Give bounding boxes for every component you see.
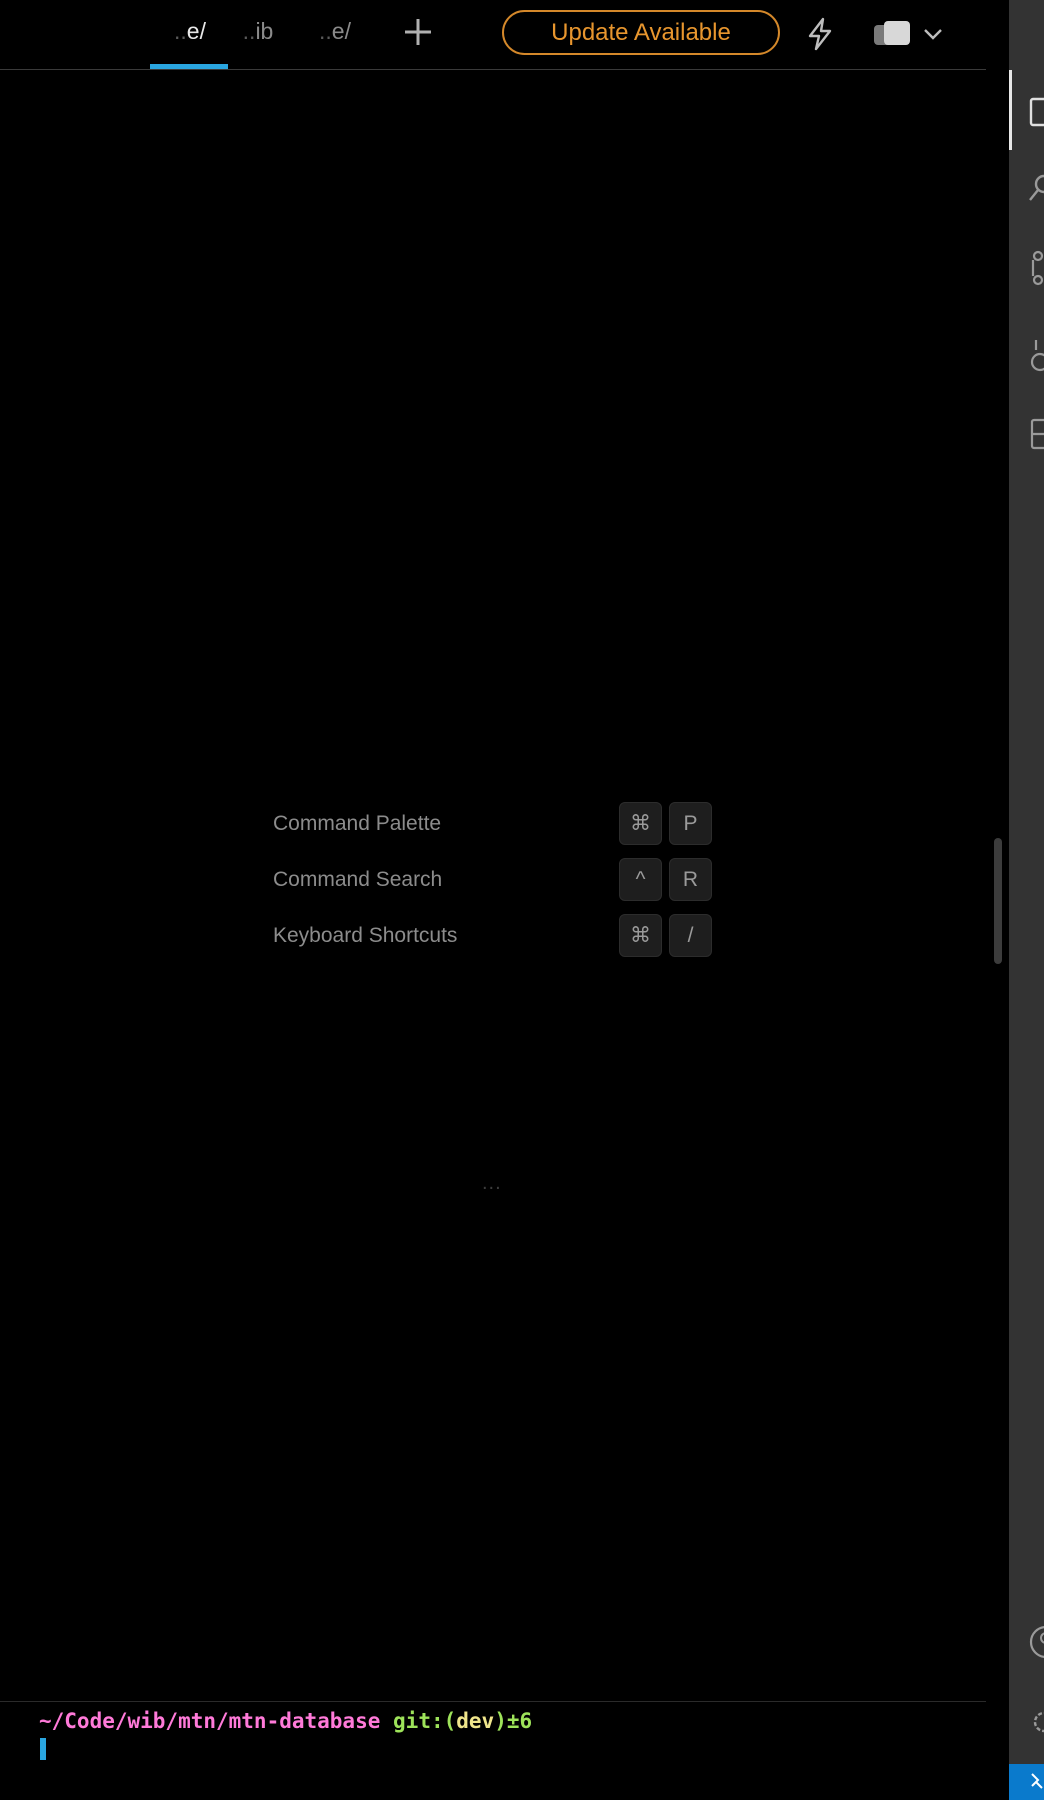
activity-active-indicator [1009,70,1012,150]
prompt-git-suffix: ) [494,1709,507,1733]
status-bar-remote[interactable] [1009,1764,1044,1800]
tab-3[interactable]: ..e/ [312,18,358,48]
update-available-button[interactable]: Update Available [502,10,780,55]
tab-1-prefix: .. [174,18,187,44]
manage-gear-icon[interactable] [1028,1704,1044,1740]
prompt-path: ~/Code/wib/mtn/mtn-database [39,1709,381,1733]
account-icon[interactable] [1028,1624,1044,1660]
search-icon[interactable] [1028,172,1044,208]
tab-3-prefix: .. [319,18,332,44]
command-palette-label: Command Palette [273,812,442,835]
tab-2[interactable]: ..ib [236,18,280,48]
tab-2-label: ib [255,18,274,44]
shell-prompt: ~/Code/wib/mtn/mtn-database git:(dev)±6 [39,1709,532,1733]
command-palette-key-2: P [669,802,712,845]
extensions-icon[interactable] [1028,416,1044,452]
keyboard-shortcuts-key-1: ⌘ [619,914,662,957]
loading-ellipsis: ... [482,1172,502,1194]
prompt-divider [0,1701,986,1702]
command-search-label: Command Search [273,868,443,891]
prompt-branch: dev [456,1709,495,1733]
scrollbar-thumb[interactable] [994,838,1002,964]
keyboard-shortcuts-label: Keyboard Shortcuts [273,924,458,947]
lightning-bolt-icon [808,17,832,51]
keyboard-shortcuts-key-2: / [669,914,712,957]
tab-1[interactable]: ..e/ [160,18,220,48]
command-search-key-1: ^ [619,858,662,901]
remote-icon [1031,1773,1043,1789]
command-search-key-2: R [669,858,712,901]
prompt-git-prefix: git:( [393,1709,457,1733]
theme-picker[interactable] [872,16,948,52]
explorer-icon[interactable] [1028,94,1044,130]
run-debug-icon[interactable] [1028,338,1044,374]
prompt-git-status: ±6 [506,1709,533,1733]
command-palette-key-1: ⌘ [619,802,662,845]
input-cursor[interactable] [40,1738,46,1760]
active-tab-indicator [150,64,228,69]
warp-ai-button[interactable] [804,16,836,52]
plus-icon [405,19,431,45]
tab-3-label: e/ [331,18,351,44]
source-control-icon[interactable] [1028,250,1044,286]
add-tab-button[interactable] [400,14,436,50]
tab-bar: ..e/ ..ib ..e/ Update Available [0,0,986,70]
tab-1-label: e/ [186,18,206,44]
tab-2-prefix: .. [242,18,256,44]
chevron-down-icon [924,29,942,40]
